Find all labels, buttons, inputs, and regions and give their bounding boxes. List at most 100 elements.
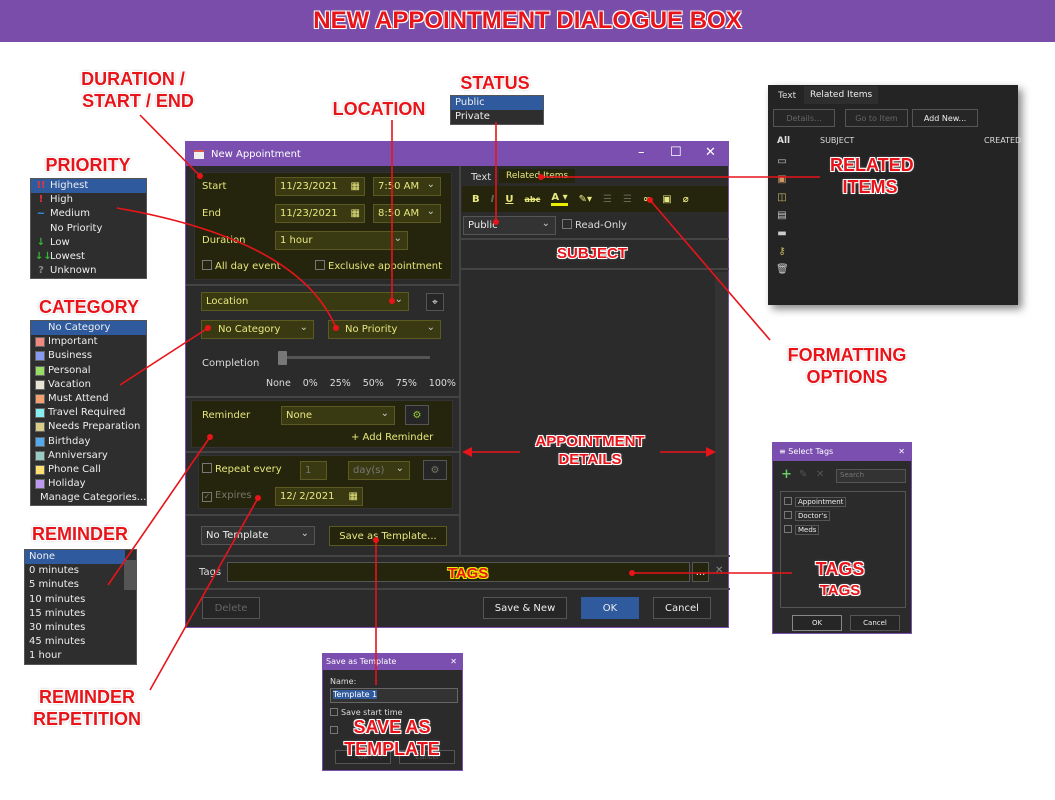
start-date-field[interactable]: 11/23/2021 ▦ xyxy=(275,177,365,196)
repeat-count-stepper[interactable]: 1 xyxy=(300,461,327,480)
reminder-option[interactable]: 30 minutes xyxy=(25,621,125,635)
edit-tag-icon[interactable]: ✎ xyxy=(799,469,807,480)
bullet-list-icon[interactable]: ☰ xyxy=(603,194,612,205)
underline-button[interactable]: U xyxy=(505,194,513,205)
close-icon[interactable]: ✕ xyxy=(898,447,905,456)
font-color-icon[interactable]: A ▾ xyxy=(551,192,568,206)
related-tab-text[interactable]: Text xyxy=(778,91,796,101)
status-option-public[interactable]: Public xyxy=(451,96,543,111)
end-date-field[interactable]: 11/23/2021 ▦ xyxy=(275,204,365,223)
category-option[interactable]: Holiday xyxy=(31,477,146,491)
tab-text[interactable]: Text xyxy=(471,172,491,183)
all-day-checkbox[interactable]: All day event xyxy=(202,260,281,272)
template-dropdown[interactable]: No Template xyxy=(201,526,315,545)
reminder-option[interactable]: 15 minutes xyxy=(25,607,125,621)
trash-icon[interactable]: 🗑 xyxy=(776,261,789,279)
tag-item[interactable]: Meds xyxy=(784,523,902,537)
priority-option[interactable]: ! High xyxy=(31,193,146,207)
tag-item[interactable]: Appointment xyxy=(784,495,902,509)
numbered-list-icon[interactable]: ☰ xyxy=(623,194,632,205)
priority-option[interactable]: ~ Medium xyxy=(31,207,146,221)
priority-option[interactable]: ↓↓ Lowest xyxy=(31,250,146,264)
status-dropdown[interactable]: Public xyxy=(463,216,556,235)
contact-icon[interactable]: ▤ xyxy=(776,207,788,225)
completion-slider-thumb[interactable] xyxy=(278,351,287,365)
status-option-private[interactable]: Private xyxy=(451,110,543,124)
category-option[interactable]: No Category xyxy=(31,321,146,336)
calendar-picker-icon[interactable]: ▦ xyxy=(351,207,360,221)
category-option[interactable]: Personal xyxy=(31,364,146,378)
reminder-list-scrollbar[interactable] xyxy=(124,560,136,590)
save-as-template-button[interactable]: Save as Template... xyxy=(329,526,447,546)
close-icon[interactable]: ✕ xyxy=(450,657,457,666)
email-icon[interactable]: ▬ xyxy=(776,225,788,243)
priority-option[interactable]: !! Highest xyxy=(31,179,146,194)
ok-button[interactable]: OK xyxy=(581,597,639,619)
tag-search-input[interactable]: Search xyxy=(836,469,906,483)
details-textarea[interactable] xyxy=(461,272,716,555)
add-new-button[interactable]: Add New... xyxy=(912,109,978,127)
maximize-icon[interactable]: ☐ xyxy=(670,145,682,160)
category-option[interactable]: Business xyxy=(31,349,146,363)
attachment-icon[interactable]: ⌀ xyxy=(683,194,689,205)
tag-item[interactable]: Doctor's xyxy=(784,509,902,523)
priority-option[interactable]: ↓ Low xyxy=(31,236,146,250)
add-tag-icon[interactable]: + xyxy=(781,467,792,482)
related-tab-related-items[interactable]: Related Items xyxy=(804,86,879,104)
category-option[interactable]: Important xyxy=(31,335,146,349)
reminder-settings-button[interactable]: ⚙ xyxy=(405,405,429,425)
category-dropdown[interactable]: No Category xyxy=(201,320,314,339)
add-reminder-link[interactable]: + Add Reminder xyxy=(351,432,433,443)
close-icon[interactable]: ✕ xyxy=(705,145,716,160)
save-and-new-button[interactable]: Save & New xyxy=(483,597,567,619)
read-only-checkbox[interactable]: Read-Only xyxy=(562,219,627,231)
highlight-icon[interactable]: ✎▾ xyxy=(579,194,592,205)
repeat-settings-button[interactable]: ⚙ xyxy=(423,460,447,480)
repeat-checkbox[interactable]: Repeat every xyxy=(202,463,282,475)
priority-option[interactable]: ? Unknown xyxy=(31,264,146,278)
tags-ok-button[interactable]: OK xyxy=(792,615,842,631)
expires-checkbox[interactable]: ✓ Expires xyxy=(202,490,252,502)
delete-button[interactable]: Delete xyxy=(202,597,260,619)
column-subject[interactable]: SUBJECT xyxy=(820,136,854,145)
completion-slider-track[interactable] xyxy=(278,356,430,359)
filter-all[interactable]: All xyxy=(777,136,790,146)
calendar-icon[interactable]: ▭ xyxy=(776,153,788,171)
location-dropdown[interactable]: Location xyxy=(201,292,409,311)
priority-dropdown[interactable]: No Priority xyxy=(328,320,441,339)
reminder-option[interactable]: 5 minutes xyxy=(25,578,125,592)
duration-dropdown[interactable]: 1 hour xyxy=(275,231,408,250)
map-pin-button[interactable]: ⌖ xyxy=(426,293,444,311)
task-icon[interactable]: ▣ xyxy=(776,171,788,189)
italic-button[interactable]: I xyxy=(491,194,495,205)
go-to-item-button[interactable]: Go to Item xyxy=(845,109,908,127)
key-icon[interactable]: ⚷ xyxy=(776,243,788,261)
tab-related-items[interactable]: Related Items xyxy=(499,169,576,183)
reminder-option[interactable]: None xyxy=(25,550,125,565)
reminder-option[interactable]: 45 minutes xyxy=(25,635,125,649)
expires-date-field[interactable]: 12/ 2/2021 ▦ xyxy=(275,487,363,506)
priority-option[interactable]: No Priority xyxy=(31,222,146,236)
category-option[interactable]: Must Attend xyxy=(31,392,146,406)
reminder-option[interactable]: 1 hour xyxy=(25,649,125,663)
category-option[interactable]: Needs Preparation xyxy=(31,420,146,434)
reminder-option[interactable]: 10 minutes xyxy=(25,593,125,607)
delete-tag-icon[interactable]: ✕ xyxy=(816,469,824,480)
category-option[interactable]: Travel Required xyxy=(31,406,146,420)
exclusive-checkbox[interactable]: Exclusive appointment xyxy=(315,260,442,272)
details-scrollbar[interactable] xyxy=(715,272,728,555)
category-option[interactable]: Vacation xyxy=(31,378,146,392)
column-created[interactable]: CREATED xyxy=(984,136,1021,145)
strikethrough-button[interactable]: abc xyxy=(524,195,540,204)
end-time-field[interactable]: 8:50 AM xyxy=(373,204,441,223)
repeat-unit-dropdown[interactable]: day(s) xyxy=(348,461,410,480)
category-option[interactable]: Manage Categories... xyxy=(31,491,146,505)
cancel-button[interactable]: Cancel xyxy=(653,597,711,619)
schedule-icon[interactable]: ▣ xyxy=(662,194,671,205)
calendar-picker-icon[interactable]: ▦ xyxy=(351,180,360,194)
template-name-input[interactable]: Template 1 xyxy=(330,688,458,703)
bold-button[interactable]: B xyxy=(472,194,480,205)
calendar-picker-icon[interactable]: ▦ xyxy=(349,490,358,504)
tags-browse-button[interactable]: ... xyxy=(692,562,709,582)
details-button[interactable]: Details... xyxy=(773,109,835,127)
